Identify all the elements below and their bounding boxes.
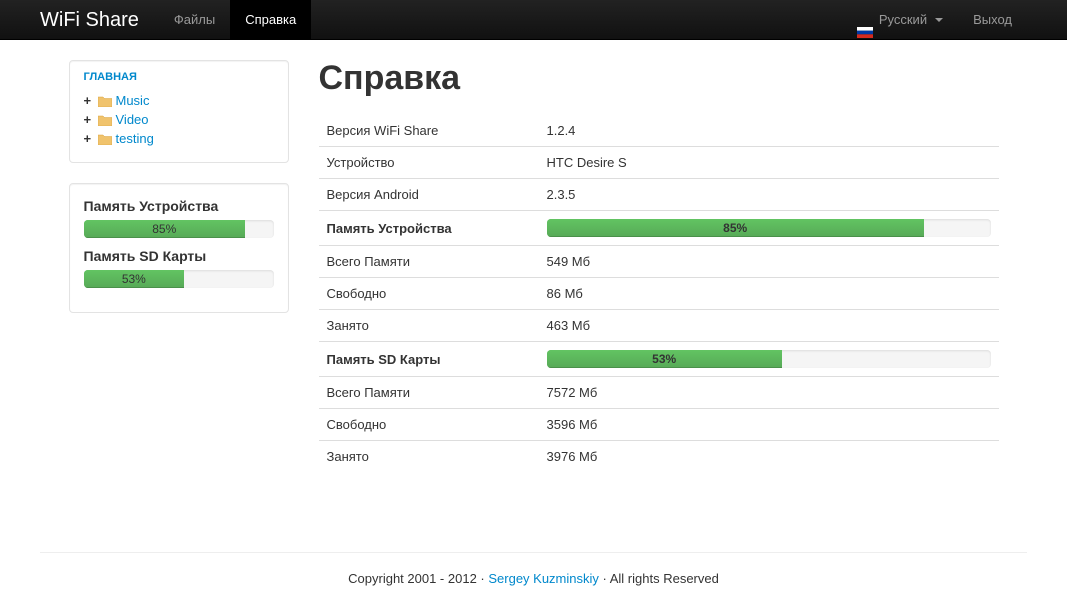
nav-left: ФайлыСправка [159, 0, 311, 39]
nav-item-справка[interactable]: Справка [230, 0, 311, 39]
table-row: Свободно86 Мб [319, 278, 999, 310]
main-content: Справка Версия WiFi Share1.2.4Устройство… [319, 60, 999, 472]
progress-fill: 53% [547, 350, 782, 368]
brand[interactable]: WiFi Share [40, 0, 159, 40]
progress-fill: 53% [84, 270, 185, 288]
caret-down-icon [935, 18, 943, 22]
row-value: 53% [539, 342, 999, 377]
nav-item-файлы[interactable]: Файлы [159, 0, 230, 39]
tree-item: + Video [84, 110, 274, 129]
row-value: 549 Мб [539, 246, 999, 278]
home-link[interactable]: ГЛАВНАЯ [84, 71, 274, 83]
language-dropdown[interactable]: Русский [842, 0, 958, 39]
navbar: WiFi Share ФайлыСправка Русский Выход [0, 0, 1067, 40]
expand-icon[interactable]: + [84, 93, 94, 108]
row-label: Свободно [319, 409, 539, 441]
progress-bar: 53% [547, 350, 991, 368]
row-value: 85% [539, 211, 999, 246]
row-label: Версия Android [319, 179, 539, 211]
row-label: Занято [319, 441, 539, 473]
row-label: Память Устройства [319, 211, 539, 246]
sidebar: ГЛАВНАЯ + Music + Video + testing Память Устр… [69, 60, 289, 472]
folder-icon [98, 133, 112, 144]
progress-bar: 53% [84, 270, 274, 288]
tree-item: + testing [84, 129, 274, 148]
footer: Copyright 2001 - 2012 · Sergey Kuzminski… [0, 571, 1067, 616]
footer-author-link[interactable]: Sergey Kuzminskiy [488, 571, 599, 586]
footer-prefix: Copyright 2001 - 2012 · [348, 571, 488, 586]
footer-suffix: · All rights Reserved [599, 571, 719, 586]
footer-divider [40, 552, 1027, 553]
row-value: HTC Desire S [539, 147, 999, 179]
row-value: 86 Мб [539, 278, 999, 310]
folder-tree-panel: ГЛАВНАЯ + Music + Video + testing [69, 60, 289, 163]
table-row: Свободно3596 Мб [319, 409, 999, 441]
table-row: Версия WiFi Share1.2.4 [319, 115, 999, 147]
memory-title: Память Устройства [84, 198, 274, 214]
table-row: Занято3976 Мб [319, 441, 999, 473]
info-table: Версия WiFi Share1.2.4УстройствоHTC Desi… [319, 115, 999, 472]
table-row: Память Устройства 85% [319, 211, 999, 246]
table-row: Память SD Карты 53% [319, 342, 999, 377]
page-title: Справка [319, 60, 999, 97]
table-row: Занято463 Мб [319, 310, 999, 342]
row-value: 1.2.4 [539, 115, 999, 147]
row-value: 7572 Мб [539, 377, 999, 409]
memory-panel: Память Устройства 85% Память SD Карты 53% [69, 183, 289, 313]
folder-link[interactable]: Music [116, 93, 150, 108]
row-label: Свободно [319, 278, 539, 310]
row-label: Устройство [319, 147, 539, 179]
logout-link[interactable]: Выход [958, 0, 1027, 39]
row-value: 2.3.5 [539, 179, 999, 211]
row-value: 3976 Мб [539, 441, 999, 473]
table-row: Всего Памяти549 Мб [319, 246, 999, 278]
tree-item: + Music [84, 91, 274, 110]
progress-bar: 85% [547, 219, 991, 237]
progress-fill: 85% [84, 220, 246, 238]
nav-right: Русский Выход [842, 0, 1027, 39]
language-label: Русский [879, 0, 927, 40]
row-label: Версия WiFi Share [319, 115, 539, 147]
folder-link[interactable]: Video [116, 112, 149, 127]
progress-fill: 85% [547, 219, 924, 237]
expand-icon[interactable]: + [84, 112, 94, 127]
row-label: Память SD Карты [319, 342, 539, 377]
row-label: Всего Памяти [319, 377, 539, 409]
expand-icon[interactable]: + [84, 131, 94, 146]
row-label: Занято [319, 310, 539, 342]
table-row: Версия Android2.3.5 [319, 179, 999, 211]
flag-ru-icon [857, 14, 873, 25]
table-row: Всего Памяти7572 Мб [319, 377, 999, 409]
row-label: Всего Памяти [319, 246, 539, 278]
folder-icon [98, 95, 112, 106]
table-row: УстройствоHTC Desire S [319, 147, 999, 179]
row-value: 463 Мб [539, 310, 999, 342]
folder-icon [98, 114, 112, 125]
progress-bar: 85% [84, 220, 274, 238]
memory-title: Память SD Карты [84, 248, 274, 264]
row-value: 3596 Мб [539, 409, 999, 441]
folder-link[interactable]: testing [116, 131, 154, 146]
